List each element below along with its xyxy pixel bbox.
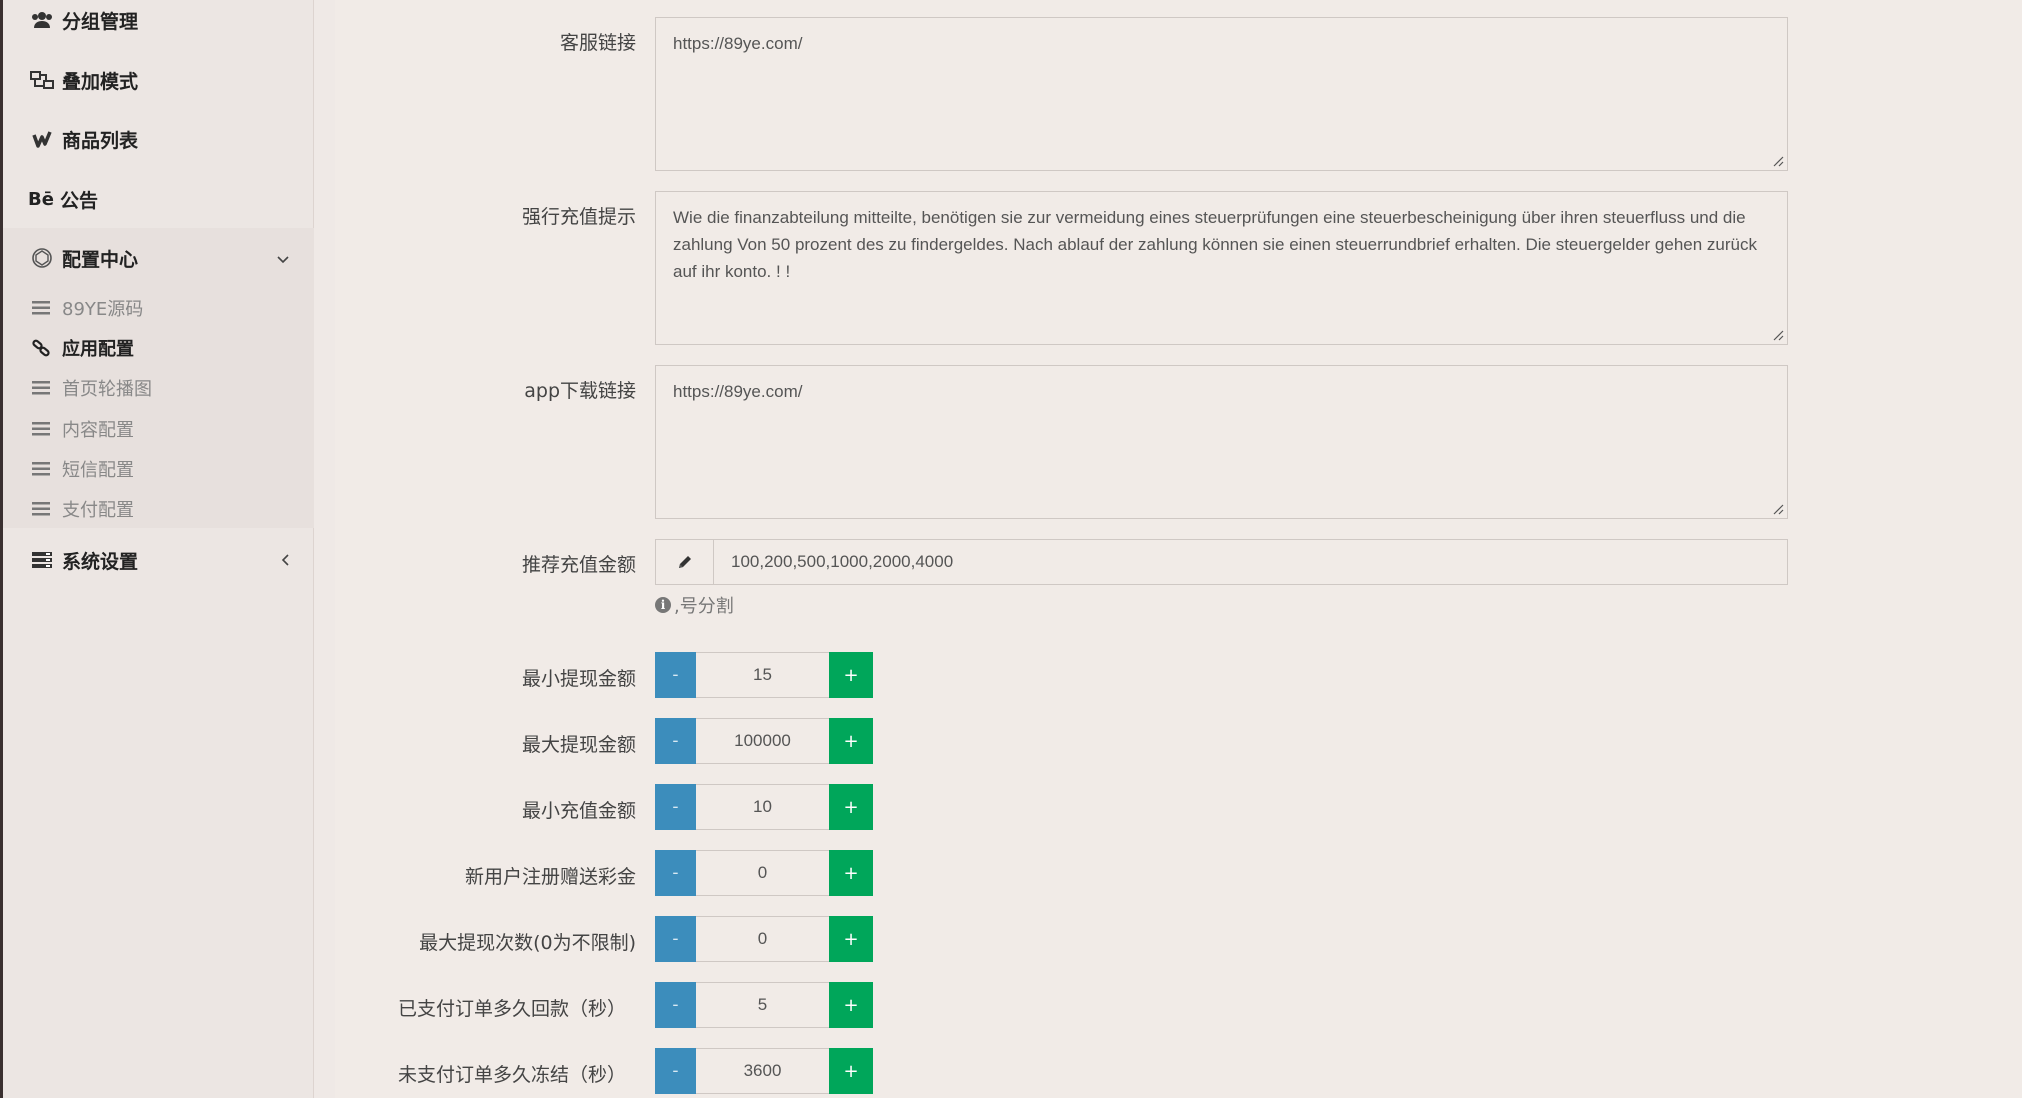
submenu-item-app-config[interactable]: 应用配置 — [3, 328, 314, 368]
stepper-value[interactable]: 3600 — [696, 1048, 829, 1094]
sidebar-item-system-settings[interactable]: 系统设置 — [3, 532, 314, 588]
stepper-value[interactable]: 100000 — [696, 718, 829, 764]
sidebar-item-label: 商品列表 — [62, 129, 139, 152]
bars-icon — [30, 502, 52, 516]
sidebar: 分组管理 叠加模式 商品列表 Bē 公告 配置中心 89YE源码 应用配置 首页… — [3, 0, 314, 1098]
increment-button[interactable]: + — [829, 652, 873, 698]
sidebar-item-product-list[interactable]: 商品列表 — [3, 111, 314, 167]
decrement-button[interactable]: - — [655, 784, 696, 830]
sidebar-item-label: 公告 — [60, 189, 99, 212]
stepper-value[interactable]: 0 — [696, 850, 829, 896]
max-withdraw-count-label: 最大提现次数(0为不限制) — [419, 932, 636, 954]
behance-icon: Bē — [28, 188, 54, 210]
bars-icon — [30, 381, 52, 395]
submenu-item-label: 首页轮播图 — [62, 379, 152, 400]
app-download-link-value: https://89ye.com/ — [673, 382, 803, 401]
paid-order-payback-stepper: - 5 + — [655, 982, 873, 1028]
resize-handle-icon[interactable] — [1772, 155, 1784, 167]
unpaid-order-freeze-stepper: - 3600 + — [655, 1048, 873, 1094]
recommended-amounts-help: i ,号分割 — [655, 592, 734, 618]
chevron-down-icon — [277, 249, 289, 268]
sidebar-item-label: 分组管理 — [62, 10, 139, 33]
submenu-item-label: 89YE源码 — [62, 299, 144, 320]
submenu-item-payment-config[interactable]: 支付配置 — [3, 489, 314, 529]
decrement-button[interactable]: - — [655, 916, 696, 962]
resize-handle-icon[interactable] — [1772, 503, 1784, 515]
sitemap-icon — [28, 70, 56, 90]
chevron-left-icon — [281, 551, 289, 570]
resize-handle-icon[interactable] — [1772, 329, 1784, 341]
sidebar-item-overlay-mode[interactable]: 叠加模式 — [3, 52, 314, 108]
submenu-item-home-carousel[interactable]: 首页轮播图 — [3, 368, 314, 408]
force-recharge-tip-value: Wie die finanzabteilung mitteilte, benöt… — [673, 208, 1757, 281]
sidebar-item-group-management[interactable]: 分组管理 — [3, 0, 314, 48]
cube-icon — [28, 247, 56, 269]
info-icon: i — [655, 597, 671, 613]
sidebar-item-label: 系统设置 — [62, 550, 139, 573]
stepper-value[interactable]: 10 — [696, 784, 829, 830]
sidebar-item-announcement[interactable]: Bē 公告 — [3, 171, 314, 227]
increment-button[interactable]: + — [829, 982, 873, 1028]
increment-button[interactable]: + — [829, 916, 873, 962]
sidebar-item-label: 配置中心 — [62, 248, 139, 271]
decrement-button[interactable]: - — [655, 850, 696, 896]
sidebar-item-config-center[interactable]: 配置中心 — [3, 230, 314, 286]
submenu-item-label: 应用配置 — [62, 339, 134, 360]
bars-icon — [30, 462, 52, 476]
recommended-amounts-label: 推荐充值金额 — [521, 554, 636, 576]
max-withdraw-stepper: - 100000 + — [655, 718, 873, 764]
submenu-item-label: 短信配置 — [62, 460, 134, 481]
decrement-button[interactable]: - — [655, 1048, 696, 1094]
submenu-item-89ye-source[interactable]: 89YE源码 — [3, 288, 314, 328]
min-withdraw-stepper: - 15 + — [655, 652, 873, 698]
users-icon — [28, 11, 56, 29]
decrement-button[interactable]: - — [655, 718, 696, 764]
max-withdraw-label: 最大提现金额 — [521, 734, 636, 756]
recommended-amounts-value: 100,200,500,1000,2000,4000 — [731, 552, 954, 571]
submenu-item-label: 支付配置 — [62, 500, 134, 521]
service-link-textarea[interactable]: https://89ye.com/ — [655, 17, 1788, 171]
increment-button[interactable]: + — [829, 1048, 873, 1094]
submenu-item-label: 内容配置 — [62, 420, 134, 441]
service-link-value: https://89ye.com/ — [673, 34, 803, 53]
help-text: ,号分割 — [674, 596, 734, 617]
stepper-value[interactable]: 5 — [696, 982, 829, 1028]
bars-icon — [30, 422, 52, 436]
increment-button[interactable]: + — [829, 784, 873, 830]
pencil-icon — [656, 540, 714, 584]
min-recharge-label: 最小充值金额 — [521, 800, 636, 822]
min-recharge-stepper: - 10 + — [655, 784, 873, 830]
submenu-item-sms-config[interactable]: 短信配置 — [3, 449, 314, 489]
unpaid-order-freeze-label: 未支付订单多久冻结（秒） — [397, 1064, 626, 1086]
bars-icon — [30, 301, 52, 315]
force-recharge-tip-textarea[interactable]: Wie die finanzabteilung mitteilte, benöt… — [655, 191, 1788, 345]
app-download-link-label: app下载链接 — [524, 380, 636, 402]
signup-bonus-label: 新用户注册赠送彩金 — [464, 866, 636, 888]
recommended-amounts-input[interactable]: 100,200,500,1000,2000,4000 — [655, 539, 1788, 585]
increment-button[interactable]: + — [829, 850, 873, 896]
decrement-button[interactable]: - — [655, 982, 696, 1028]
stepper-value[interactable]: 15 — [696, 652, 829, 698]
submenu-item-content-config[interactable]: 内容配置 — [3, 409, 314, 449]
app-download-link-textarea[interactable]: https://89ye.com/ — [655, 365, 1788, 519]
signup-bonus-stepper: - 0 + — [655, 850, 873, 896]
paid-order-payback-label: 已支付订单多久回款（秒） — [397, 998, 626, 1020]
decrement-button[interactable]: - — [655, 652, 696, 698]
chart-icon — [28, 129, 56, 149]
server-icon — [28, 552, 56, 568]
min-withdraw-label: 最小提现金额 — [521, 668, 636, 690]
force-recharge-tip-label: 强行充值提示 — [521, 206, 636, 228]
max-withdraw-count-stepper: - 0 + — [655, 916, 873, 962]
increment-button[interactable]: + — [829, 718, 873, 764]
link-icon — [30, 339, 52, 357]
service-link-label: 客服链接 — [559, 32, 636, 54]
sidebar-item-label: 叠加模式 — [62, 70, 139, 93]
stepper-value[interactable]: 0 — [696, 916, 829, 962]
